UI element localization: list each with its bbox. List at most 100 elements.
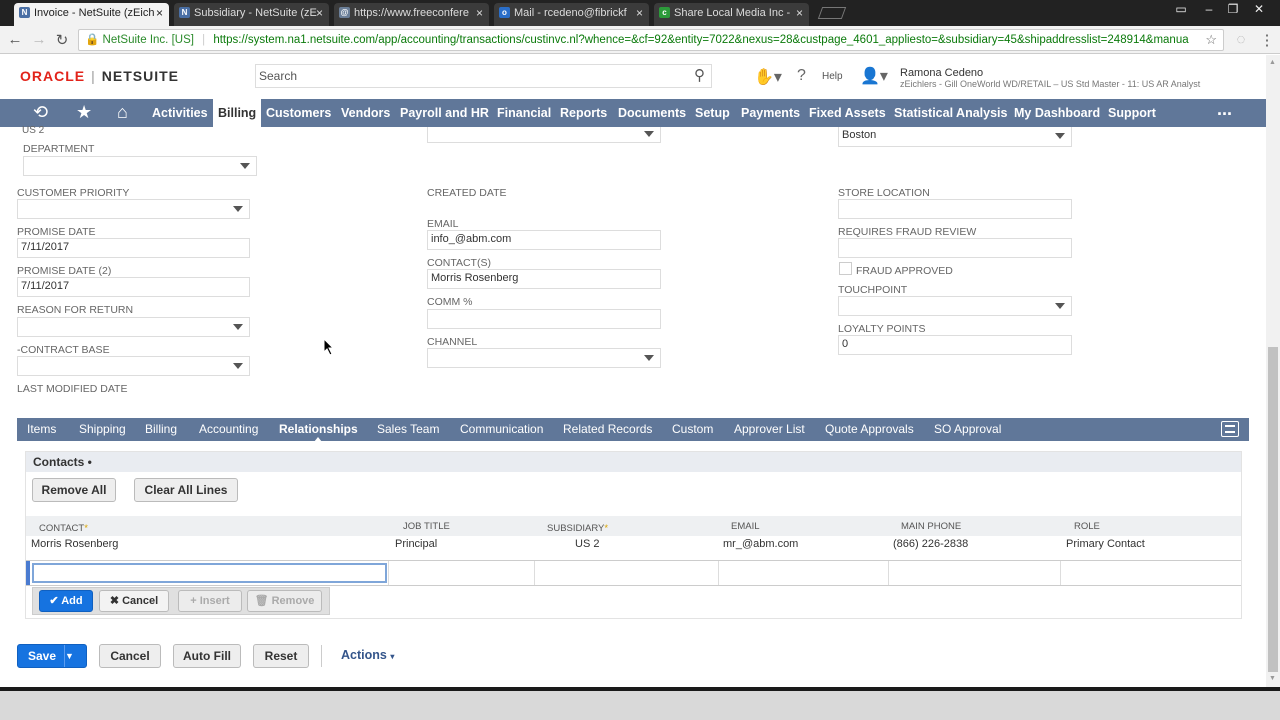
- new-email-cell[interactable]: [718, 561, 888, 585]
- new-phone-cell[interactable]: [888, 561, 1060, 585]
- col-role[interactable]: ROLE: [1074, 521, 1100, 532]
- page-scrollbar[interactable]: ▲ ▼: [1266, 55, 1280, 687]
- reason-for-return-dropdown[interactable]: [17, 317, 250, 337]
- favorites-star-icon[interactable]: ★: [76, 102, 92, 123]
- url-omnibox[interactable]: 🔒 NetSuite Inc. [US] | https://system.na…: [78, 29, 1224, 51]
- browser-tab-invoice[interactable]: N Invoice - NetSuite (zEich ×: [14, 3, 169, 26]
- back-icon[interactable]: ←: [6, 31, 24, 48]
- subtab-approver-list[interactable]: Approver List: [734, 418, 805, 441]
- promise-date-field[interactable]: 7/11/2017: [17, 238, 250, 258]
- chrome-menu-icon[interactable]: ⋮: [1258, 31, 1276, 49]
- loyalty-points-field[interactable]: 0: [838, 335, 1072, 355]
- subtab-relationships[interactable]: Relationships: [279, 418, 358, 442]
- recent-icon[interactable]: ⟲: [33, 102, 48, 123]
- fraud-approved-checkbox[interactable]: [839, 262, 852, 275]
- new-contact-input[interactable]: [32, 563, 387, 583]
- subtab-communication[interactable]: Communication: [460, 418, 543, 441]
- subtab-related-records[interactable]: Related Records: [563, 418, 652, 441]
- contacts-field[interactable]: Morris Rosenberg: [427, 269, 661, 289]
- partial-dropdown[interactable]: [427, 127, 661, 143]
- contacts-section-title[interactable]: Contacts •: [26, 452, 1241, 472]
- subtab-sales-team[interactable]: Sales Team: [377, 418, 439, 441]
- subtab-accounting[interactable]: Accounting: [199, 418, 258, 441]
- subtab-menu-icon[interactable]: [1221, 421, 1239, 437]
- help-link[interactable]: Help: [822, 71, 843, 82]
- save-options-chevron-icon[interactable]: ▼: [64, 645, 86, 667]
- window-close-icon[interactable]: ✕: [1248, 2, 1270, 16]
- scrollbar-thumb[interactable]: [1268, 347, 1278, 672]
- comm-percent-field[interactable]: [427, 309, 661, 329]
- home-icon[interactable]: ⌂: [117, 102, 128, 123]
- nav-payments[interactable]: Payments: [741, 99, 800, 127]
- oracle-netsuite-logo[interactable]: ORACLE | NETSUITE: [20, 68, 179, 84]
- reset-button[interactable]: Reset: [253, 644, 309, 668]
- subtab-quote-approvals[interactable]: Quote Approvals: [825, 418, 914, 441]
- nav-customers[interactable]: Customers: [266, 99, 331, 127]
- col-main-phone[interactable]: MAIN PHONE: [901, 521, 961, 532]
- close-icon[interactable]: ×: [636, 3, 643, 23]
- store-location-field[interactable]: [838, 199, 1072, 219]
- cancel-line-button[interactable]: ✖ Cancel: [99, 590, 169, 612]
- subtab-so-approval[interactable]: SO Approval: [934, 418, 1001, 441]
- insert-line-button[interactable]: + Insert: [178, 590, 242, 612]
- nav-vendors[interactable]: Vendors: [341, 99, 390, 127]
- recent-records-icon[interactable]: ✋▾: [754, 67, 782, 87]
- reload-icon[interactable]: ↻: [53, 31, 71, 49]
- nav-setup[interactable]: Setup: [695, 99, 730, 127]
- user-role-menu[interactable]: Ramona Cedeno zEichlers - Gill OneWorld …: [900, 67, 1200, 89]
- browser-tab-share[interactable]: c Share Local Media Inc - ×: [654, 3, 809, 26]
- bookmark-star-icon[interactable]: ☆: [1205, 30, 1217, 50]
- subtab-shipping[interactable]: Shipping: [79, 418, 126, 441]
- search-icon[interactable]: ⚲: [694, 65, 705, 87]
- channel-dropdown[interactable]: [427, 348, 661, 368]
- maximize-icon[interactable]: ❐: [1222, 2, 1244, 16]
- minimize-icon[interactable]: –: [1198, 2, 1220, 16]
- new-subsidiary-cell[interactable]: [534, 561, 718, 585]
- close-icon[interactable]: ×: [796, 3, 803, 23]
- touchpoint-dropdown[interactable]: [838, 296, 1072, 316]
- nav-reports[interactable]: Reports: [560, 99, 607, 127]
- global-search-input[interactable]: Search ⚲: [255, 64, 712, 88]
- nav-activities[interactable]: Activities: [152, 99, 208, 127]
- email-field[interactable]: info_@abm.com: [427, 230, 661, 250]
- col-contact[interactable]: CONTACT*: [39, 523, 88, 534]
- nav-payroll-hr[interactable]: Payroll and HR: [400, 99, 489, 127]
- remove-line-button[interactable]: 🗑 Remove: [247, 590, 322, 612]
- nav-documents[interactable]: Documents: [618, 99, 686, 127]
- new-tab-button[interactable]: [817, 7, 847, 19]
- col-email[interactable]: EMAIL: [731, 521, 760, 532]
- browser-tab-freeconference[interactable]: @ https://www.freeconfere ×: [334, 3, 489, 26]
- subtab-items[interactable]: Items: [27, 418, 56, 441]
- customer-priority-dropdown[interactable]: [17, 199, 250, 219]
- forward-icon[interactable]: →: [30, 31, 48, 48]
- nav-financial[interactable]: Financial: [497, 99, 551, 127]
- department-dropdown[interactable]: [23, 156, 257, 176]
- add-line-button[interactable]: ✔ Add: [39, 590, 93, 612]
- avatar[interactable]: 👤▾: [860, 66, 888, 86]
- close-icon[interactable]: ×: [476, 3, 483, 23]
- new-role-cell[interactable]: [1060, 561, 1241, 585]
- col-job-title[interactable]: JOB TITLE: [403, 521, 450, 532]
- location-dropdown[interactable]: Boston: [838, 127, 1072, 147]
- new-job-title-cell[interactable]: [388, 561, 534, 585]
- contract-base-dropdown[interactable]: [17, 356, 250, 376]
- close-icon[interactable]: ×: [156, 3, 163, 23]
- cancel-button[interactable]: Cancel: [99, 644, 161, 668]
- remove-all-button[interactable]: Remove All: [32, 478, 116, 502]
- actions-menu[interactable]: Actions ▾: [341, 648, 394, 662]
- scroll-up-icon[interactable]: ▲: [1269, 59, 1276, 66]
- scroll-down-icon[interactable]: ▼: [1269, 675, 1276, 682]
- nav-statistical-analysis[interactable]: Statistical Analysis: [894, 99, 1007, 127]
- requires-fraud-review-field[interactable]: [838, 238, 1072, 258]
- col-subsidiary[interactable]: SUBSIDIARY*: [547, 523, 608, 534]
- browser-tab-subsidiary[interactable]: N Subsidiary - NetSuite (zE ×: [174, 3, 329, 26]
- subtab-custom[interactable]: Custom: [672, 418, 713, 441]
- save-button[interactable]: Save ▼: [17, 644, 87, 668]
- browser-tab-mail[interactable]: o Mail - rcedeno@fibrickf ×: [494, 3, 649, 26]
- auto-fill-button[interactable]: Auto Fill: [173, 644, 241, 668]
- nav-fixed-assets[interactable]: Fixed Assets: [809, 99, 886, 127]
- extension-icon[interactable]: ◌: [1232, 31, 1250, 48]
- nav-more-icon[interactable]: ...: [1217, 95, 1232, 123]
- nav-billing[interactable]: Billing: [213, 99, 262, 127]
- close-icon[interactable]: ×: [316, 3, 323, 23]
